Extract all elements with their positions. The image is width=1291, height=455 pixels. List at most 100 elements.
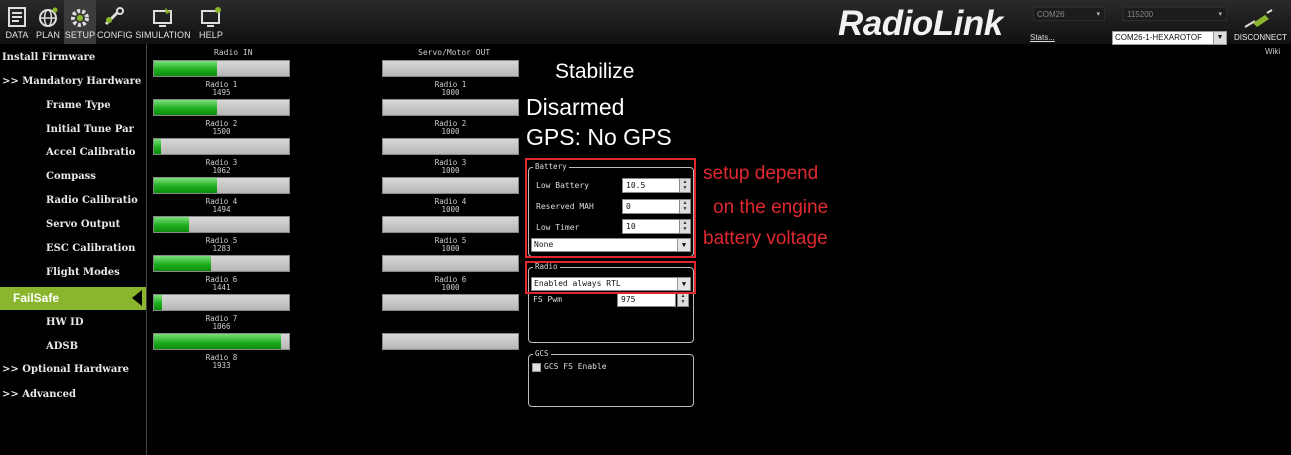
data-icon (8, 7, 26, 27)
radio-highlight-box (525, 261, 696, 294)
sidebar-item-frame-type[interactable]: Frame Type (46, 100, 144, 111)
fs-pwm-spinner[interactable]: ▲ ▼ (677, 292, 689, 307)
radio-in-bar-fill (154, 295, 163, 310)
simulation-icon (153, 8, 172, 27)
simulation-tab-label: SIMULATION (135, 30, 191, 40)
annotation-line-2: on the engine (713, 197, 829, 218)
globe-icon (39, 7, 58, 27)
port-value: COM26 (1037, 10, 1065, 19)
sidebar-item-flight-modes[interactable]: Flight Modes (46, 267, 144, 278)
simulation-tab[interactable]: SIMULATION (133, 0, 193, 44)
data-tab[interactable]: DATA (2, 0, 32, 44)
radio-in-bar-fill (154, 217, 190, 232)
plug-icon[interactable] (1243, 9, 1275, 31)
radio-in-bar-fill (154, 256, 211, 271)
chevron-down-icon: ▾ (1218, 11, 1222, 18)
radio-in-header: Radio IN (214, 48, 253, 57)
vehicle-select[interactable]: COM26-1-HEXAROTOF ▼ (1112, 31, 1227, 45)
gcs-fs-enable-checkbox[interactable] (532, 363, 541, 372)
gps-status: GPS: No GPS (526, 124, 672, 150)
config-tab[interactable]: CONFIG (97, 0, 133, 44)
port-select[interactable]: COM26 ▾ (1033, 7, 1105, 21)
servo-out-header: Servo/Motor OUT (418, 48, 491, 57)
annotation-line-1: setup depend (703, 163, 819, 184)
radio-in-bar-fill (154, 100, 218, 115)
help-tab[interactable]: HELP (194, 0, 228, 44)
help-tab-label: HELP (199, 30, 223, 40)
stats-link[interactable]: Stats... (1030, 33, 1055, 42)
servo-out-bar (382, 138, 519, 155)
sidebar: Install Firmware >> Mandatory Hardware F… (0, 44, 147, 455)
brand-logo: RadioLink (838, 4, 1003, 43)
radio-in-bar (153, 138, 290, 155)
battery-highlight-box (525, 158, 696, 258)
baud-select[interactable]: 115200 ▾ (1123, 7, 1227, 21)
gcs-fs-enable-label: GCS FS Enable (544, 362, 607, 371)
sidebar-mandatory-hardware[interactable]: >> Mandatory Hardware (2, 76, 141, 87)
radio-in-value: 1494 (212, 205, 231, 214)
servo-out-value: 1000 (441, 283, 460, 292)
arm-status: Disarmed (526, 94, 625, 120)
radio-in-bar (153, 255, 290, 272)
servo-out-bar (382, 60, 519, 77)
sidebar-item-radio-calibration[interactable]: Radio Calibratio (46, 195, 144, 206)
radio-in-bar-fill (154, 139, 161, 154)
radio-in-bar (153, 60, 290, 77)
flight-mode: Stabilize (555, 60, 635, 83)
wrench-icon (104, 7, 124, 26)
config-tab-label: CONFIG (97, 30, 133, 40)
help-icon (201, 7, 221, 27)
sidebar-optional-hardware[interactable]: >> Optional Hardware (2, 364, 129, 375)
chevron-down-icon: ▾ (1096, 11, 1100, 18)
annotation-line-3: battery voltage (703, 228, 828, 249)
gcs-group-title: GCS (533, 349, 551, 358)
sidebar-item-hw-id[interactable]: HW ID (46, 317, 144, 328)
sidebar-item-failsafe-label: FailSafe (13, 291, 60, 305)
servo-out-value: 1000 (441, 244, 460, 253)
sidebar-item-esc-calibration[interactable]: ESC Calibration (46, 243, 144, 254)
disconnect-button[interactable]: DISCONNECT (1234, 33, 1287, 42)
radio-in-value: 1933 (212, 361, 231, 370)
radio-in-value: 1441 (212, 283, 231, 292)
sidebar-item-failsafe[interactable]: FailSafe (0, 287, 146, 310)
servo-out-bar (382, 255, 519, 272)
setup-tab[interactable]: SETUP (64, 0, 96, 44)
baud-value: 115200 (1127, 10, 1154, 19)
sidebar-advanced[interactable]: >> Advanced (2, 389, 76, 400)
servo-out-value: 1000 (441, 88, 460, 97)
radio-in-bar (153, 294, 290, 311)
servo-out-value: 1000 (441, 166, 460, 175)
radio-in-bar-fill (154, 334, 281, 349)
data-tab-label: DATA (5, 30, 29, 40)
sidebar-item-compass[interactable]: Compass (46, 171, 144, 182)
top-toolbar: DATA PLAN SETUP CONFIG SIMULATION HELP R… (0, 0, 1291, 45)
wiki-link[interactable]: Wiki (1265, 47, 1280, 56)
fs-pwm-label: FS Pwm (533, 295, 562, 304)
radio-in-value: 1500 (212, 127, 231, 136)
sidebar-item-adsb[interactable]: ADSB (46, 341, 144, 352)
servo-out-bar (382, 333, 519, 350)
sidebar-item-accel-calibration[interactable]: Accel Calibratio (46, 147, 144, 158)
active-caret-icon (132, 290, 142, 306)
radio-in-value: 1283 (212, 244, 231, 253)
sidebar-item-initial-tune[interactable]: Initial Tune Par (46, 124, 144, 135)
radio-in-bar-fill (154, 178, 218, 193)
servo-out-value: 1000 (441, 127, 460, 136)
plan-tab[interactable]: PLAN (33, 0, 63, 44)
setup-tab-label: SETUP (64, 30, 96, 40)
radio-in-value: 1495 (212, 88, 231, 97)
gcs-group: GCS GCS FS Enable (528, 349, 694, 407)
servo-out-bar (382, 216, 519, 233)
servo-out-value: 1000 (441, 205, 460, 214)
fs-pwm-input[interactable]: 975 (617, 292, 676, 307)
sidebar-item-servo-output[interactable]: Servo Output (46, 219, 144, 230)
sidebar-install-firmware[interactable]: Install Firmware (2, 52, 95, 63)
servo-out-bar (382, 294, 519, 311)
radio-in-bar (153, 177, 290, 194)
radio-in-bar (153, 99, 290, 116)
radio-in-bar-fill (154, 61, 218, 76)
chevron-down-icon: ▼ (1213, 32, 1226, 44)
servo-out-bar (382, 177, 519, 194)
vehicle-value: COM26-1-HEXAROTOF (1115, 33, 1202, 42)
radio-in-value: 1062 (212, 166, 231, 175)
